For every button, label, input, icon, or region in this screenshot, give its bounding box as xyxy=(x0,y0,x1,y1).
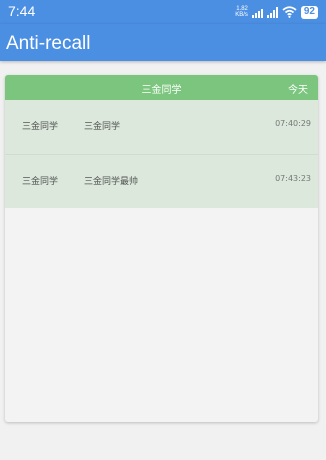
network-speed: 1.82 KB/s xyxy=(235,6,248,18)
status-icons: 1.82 KB/s 92 xyxy=(235,4,318,20)
list-item[interactable]: 三金同学 三金同学最帅 07:43:23 xyxy=(5,154,318,208)
list-item[interactable]: 三金同学 三金同学 07:40:29 xyxy=(5,100,318,154)
card-header[interactable]: 三金同学 今天 xyxy=(5,75,318,100)
app-bar: Anti-recall xyxy=(0,24,326,61)
signal-icon-1 xyxy=(251,7,263,18)
sender-name: 三金同学 xyxy=(22,177,59,187)
contact-name: 三金同学 xyxy=(141,85,182,96)
message-time: 07:40:29 xyxy=(275,119,311,128)
sender-name: 三金同学 xyxy=(22,122,59,132)
message-time: 07:43:23 xyxy=(275,174,311,183)
battery-icon: 92 xyxy=(300,5,318,19)
status-time: 7:44 xyxy=(8,3,36,19)
signal-icon-2 xyxy=(266,6,278,18)
message-text: 三金同学最帅 xyxy=(84,177,139,187)
message-text: 三金同学 xyxy=(84,122,121,132)
status-bar: 7:44 1.82 KB/s 92 xyxy=(0,0,326,24)
message-card: 三金同学 今天 三金同学 三金同学 07:40:29 三金同学 三金同学最帅 0… xyxy=(5,75,318,422)
header-date: 今天 xyxy=(288,85,308,96)
app-title: Anti-recall xyxy=(6,33,91,54)
wifi-icon xyxy=(282,6,297,18)
